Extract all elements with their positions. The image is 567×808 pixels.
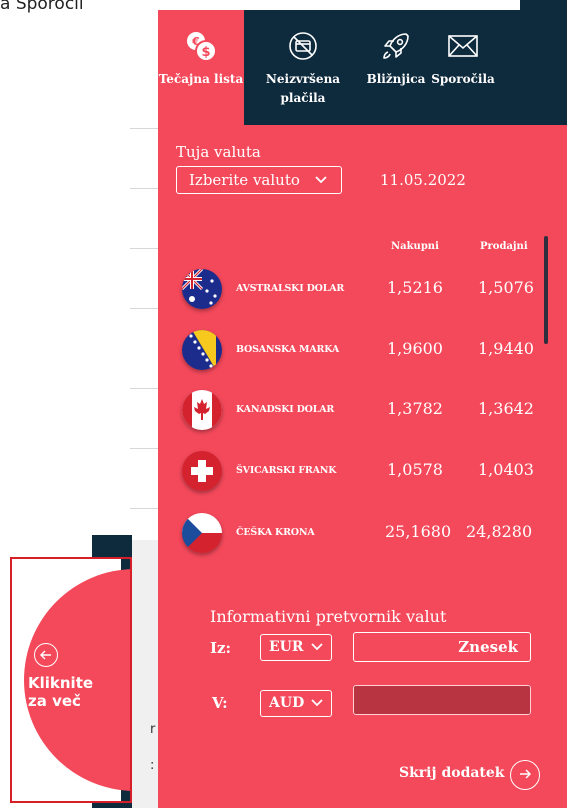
tab-neizvrsena-placila[interactable]: Neizvršena plačila [244,10,362,125]
tab-label: Neizvršena plačila [265,72,341,105]
chevron-down-icon [315,172,327,190]
buy-rate: 1,9600 [387,339,443,358]
rate-row: BOSANSKA MARKA 1,9600 1,9440 [182,330,552,370]
widget-tabs: € $ Tečajna lista Neizvršena plačila Bli… [158,10,567,125]
buy-rate: 1,0578 [387,460,443,479]
rate-row: ŠVICARSKI FRANK 1,0578 1,0403 [182,451,552,491]
currency-name: AVSTRALSKI DOLAR [236,283,345,294]
buy-rate: 25,1680 [385,522,452,541]
background-fragment: r [150,722,156,737]
rates-date: 11.05.2022 [380,171,466,189]
tab-label: Sporočila [431,72,495,86]
sell-rate: 24,8280 [466,522,533,541]
column-header-sell: Prodajni [480,241,528,252]
chevron-down-icon [311,639,323,657]
hint-line-2: za več [28,692,81,710]
tab-sporocila[interactable]: Sporočila [430,10,500,125]
envelope-icon [445,30,481,62]
column-header-buy: Nakupni [391,241,439,252]
currency-select-value: Izberite valuto [189,171,300,189]
australia-flag-icon [182,269,222,309]
hide-widget-button[interactable] [510,760,540,790]
bosnia-flag-icon [182,330,222,370]
buy-rate: 1,3782 [387,399,443,418]
currency-exchange-icon: € $ [183,30,219,62]
buy-rate: 1,5216 [387,278,443,297]
to-currency-select[interactable]: AUD [260,690,332,717]
currency-select[interactable]: Izberite valuto [176,166,342,194]
switzerland-flag-icon [182,451,222,491]
rate-row: KANADSKI DOLAR 1,3782 1,3642 [182,390,552,430]
chevron-down-icon [311,695,323,713]
sell-rate: 1,5076 [478,278,534,297]
to-currency-value: AUD [269,695,305,711]
sell-rate: 1,9440 [478,339,534,358]
arrow-left-icon [40,646,52,665]
tab-label: Tečajna lista [158,72,244,86]
foreign-currency-label: Tuja valuta [176,143,261,161]
sell-rate: 1,3642 [478,399,534,418]
currency-name: KANADSKI DOLAR [236,404,335,415]
tab-bliznjica[interactable]: Bližnjica [362,10,430,125]
hint-open-button[interactable] [34,643,58,667]
hint-line-1: Kliknite [28,674,94,692]
currency-name: ŠVICARSKI FRANK [236,465,337,476]
currency-name: BOSANSKA MARKA [236,344,340,355]
no-card-icon [285,30,321,62]
arrow-right-icon [518,766,532,785]
background-fragment: : [150,758,155,773]
hint-text: Kliknite za več [28,674,93,710]
tab-label: Bližnjica [366,72,426,86]
rate-row: AVSTRALSKI DOLAR 1,5216 1,5076 [182,269,552,309]
background-light-block [132,540,160,808]
hide-widget-link[interactable]: Skrij dodatek [399,765,505,781]
rate-row: ČEŠKA KRONA 25,1680 24,8280 [182,513,552,553]
converter-title: Informativni pretvornik valut [210,607,447,626]
svg-text:$: $ [201,45,210,60]
exchange-widget-panel: € $ Tečajna lista Neizvršena plačila Bli… [158,10,567,808]
tab-tecajna-lista[interactable]: € $ Tečajna lista [158,10,244,125]
amount-input[interactable]: Znesek [353,632,531,662]
czech-flag-icon [182,513,222,553]
canada-flag-icon [182,390,222,430]
from-label: Iz: [210,639,232,657]
amount-placeholder: Znesek [458,638,518,656]
currency-name: ČEŠKA KRONA [236,527,315,538]
from-currency-select[interactable]: EUR [260,634,332,661]
sell-rate: 1,0403 [478,460,534,479]
converted-amount-field [353,685,531,715]
background-text: a Sporočil [0,0,84,14]
from-currency-value: EUR [269,639,304,655]
to-label: V: [212,694,228,712]
rocket-icon [378,30,414,62]
collapsed-widget-hint[interactable]: Kliknite za več [10,557,132,803]
